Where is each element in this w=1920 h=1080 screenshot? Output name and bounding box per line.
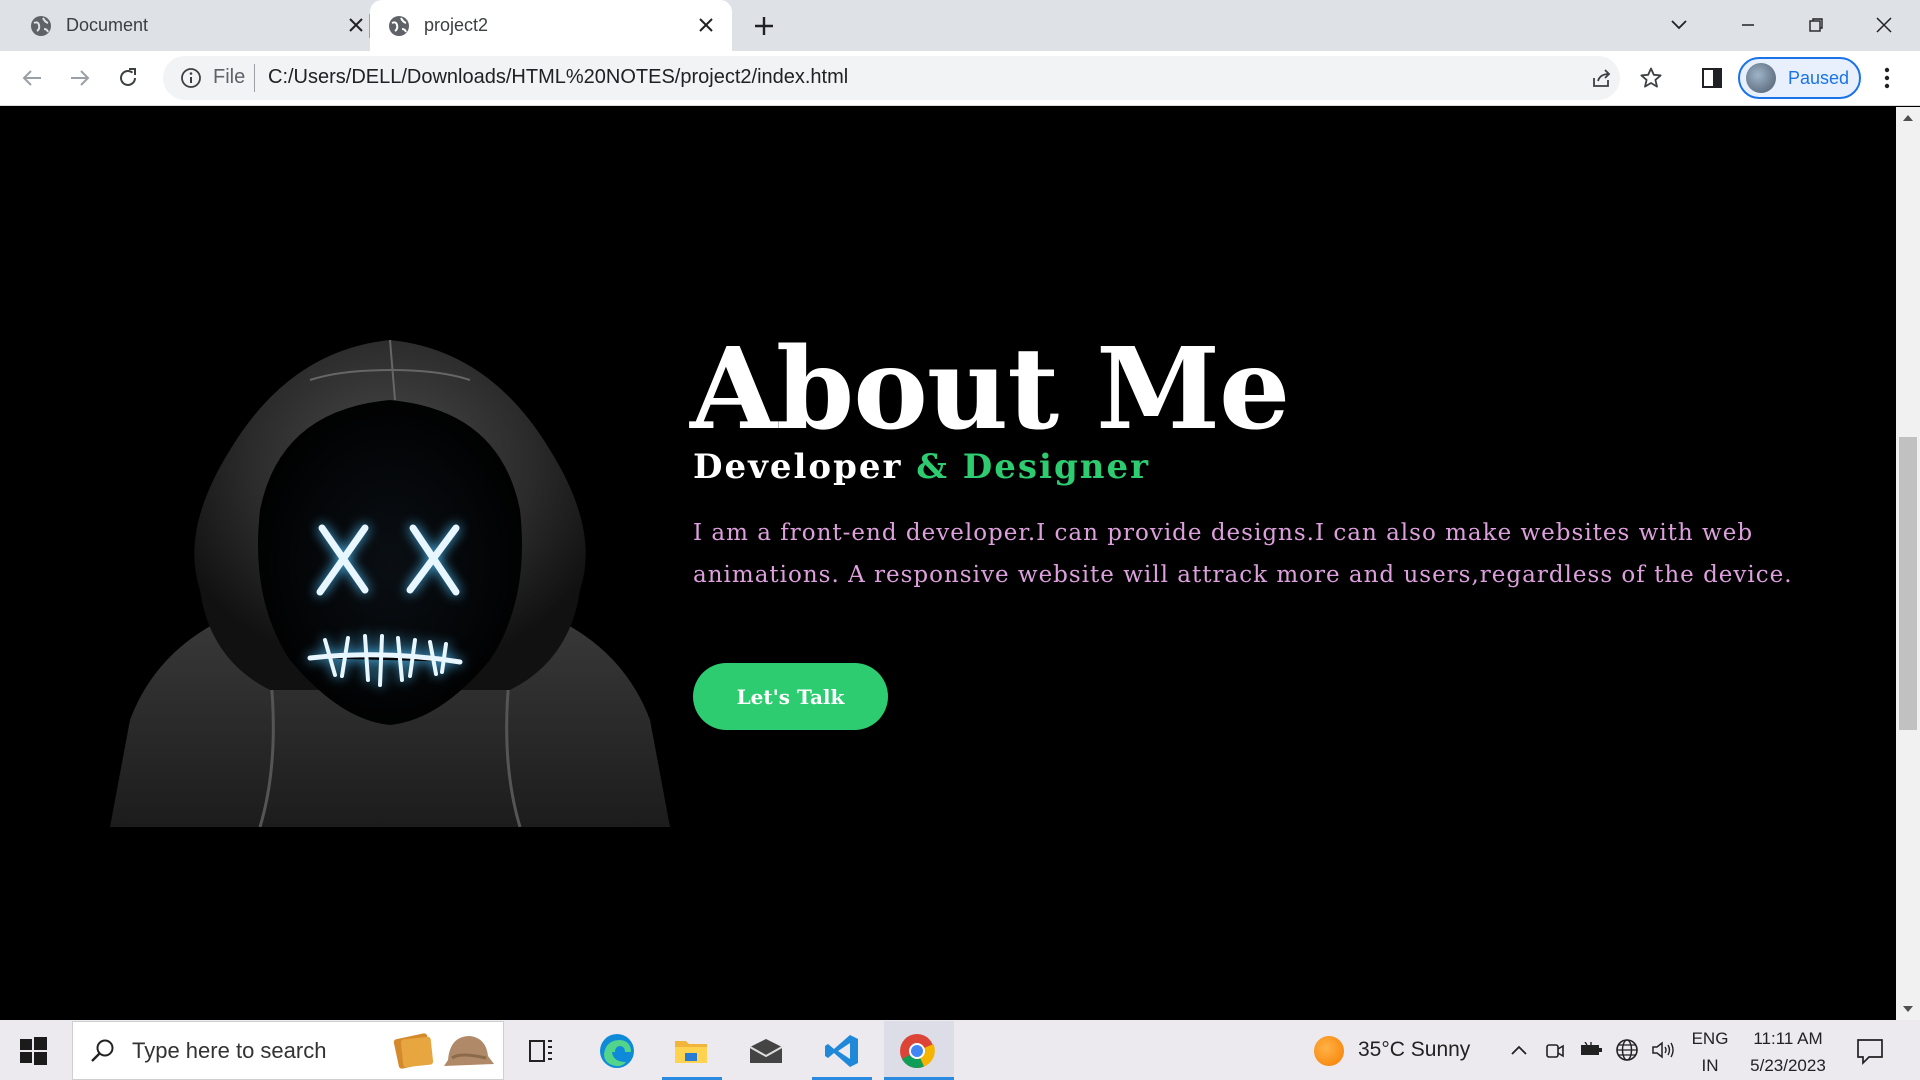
- lets-talk-button[interactable]: Let's Talk: [693, 663, 888, 730]
- scrollbar-thumb[interactable]: [1899, 437, 1917, 730]
- more-menu-icon[interactable]: [1875, 64, 1899, 92]
- tab-title: Document: [66, 15, 149, 35]
- tab-project2[interactable]: project2: [370, 0, 732, 51]
- network-globe-icon[interactable]: [1614, 1037, 1640, 1063]
- chevron-up-icon[interactable]: [1506, 1037, 1532, 1063]
- tab-title: project2: [424, 15, 489, 35]
- keyboard-region: IN: [1701, 1056, 1719, 1075]
- close-window-icon[interactable]: [1869, 10, 1899, 40]
- battery-icon[interactable]: [1578, 1037, 1604, 1063]
- hooded-figure-image: [110, 339, 670, 828]
- restore-icon[interactable]: [1801, 10, 1831, 40]
- windows-start-icon[interactable]: [18, 1036, 48, 1066]
- subtitle-designer: & Designer: [916, 447, 1151, 487]
- scroll-down-arrow-icon[interactable]: [1899, 1001, 1917, 1017]
- clock-time: 11:11 AM: [1753, 1029, 1823, 1048]
- profile-status-label: Paused: [1788, 67, 1850, 88]
- weather-text[interactable]: 35°C Sunny: [1358, 1038, 1470, 1062]
- subtitle-developer: Developer: [693, 447, 903, 487]
- task-view-icon[interactable]: [518, 1028, 564, 1074]
- notification-center-icon[interactable]: [1855, 1036, 1885, 1066]
- close-tab-icon[interactable]: [344, 13, 368, 37]
- url-text[interactable]: C:/Users/DELL/Downloads/HTML%20NOTES/pro…: [268, 66, 848, 89]
- edge-icon[interactable]: [594, 1028, 640, 1074]
- site-info-icon[interactable]: [180, 67, 202, 89]
- language-indicator[interactable]: ENG IN: [1690, 1025, 1730, 1079]
- subtitle: Developer & Designer: [693, 447, 1150, 487]
- globe-icon: [388, 15, 410, 37]
- new-tab-plus-icon[interactable]: [750, 12, 778, 40]
- globe-icon: [30, 15, 52, 37]
- bookmark-star-icon[interactable]: [1639, 66, 1663, 90]
- page-title: About Me: [690, 324, 1290, 455]
- clock-date: 5/23/2023: [1750, 1056, 1826, 1075]
- forward-arrow-icon[interactable]: [64, 62, 96, 94]
- scheme-label: File: [213, 66, 246, 88]
- bio-paragraph: I am a front-end developer.I can provide…: [693, 520, 1793, 588]
- avatar: [1746, 63, 1776, 93]
- side-panel-icon[interactable]: [1700, 66, 1724, 90]
- close-tab-icon[interactable]: [694, 13, 718, 37]
- back-arrow-icon[interactable]: [16, 62, 48, 94]
- search-placeholder: Type here to search: [132, 1038, 327, 1063]
- tab-search-chevron-icon[interactable]: [1664, 10, 1694, 40]
- reload-icon[interactable]: [112, 62, 144, 94]
- share-icon[interactable]: [1590, 66, 1614, 90]
- tab-document[interactable]: Document: [0, 0, 370, 51]
- chrome-icon[interactable]: [894, 1028, 940, 1074]
- volume-icon[interactable]: [1650, 1037, 1676, 1063]
- search-icon: [90, 1038, 116, 1064]
- minimize-icon[interactable]: [1733, 10, 1763, 40]
- meet-now-icon[interactable]: [1542, 1037, 1568, 1063]
- search-highlight-books-icon[interactable]: [390, 1030, 500, 1072]
- language-code: ENG: [1691, 1029, 1729, 1048]
- taskbar-clock[interactable]: 11:11 AM 5/23/2023: [1740, 1025, 1836, 1079]
- mail-icon[interactable]: [743, 1028, 789, 1074]
- profile-button[interactable]: Paused: [1738, 57, 1861, 99]
- address-separator: [254, 64, 255, 92]
- file-explorer-icon[interactable]: [668, 1028, 714, 1074]
- vscode-icon[interactable]: [819, 1028, 865, 1074]
- weather-sun-icon[interactable]: [1314, 1036, 1344, 1066]
- scroll-up-arrow-icon[interactable]: [1899, 110, 1917, 126]
